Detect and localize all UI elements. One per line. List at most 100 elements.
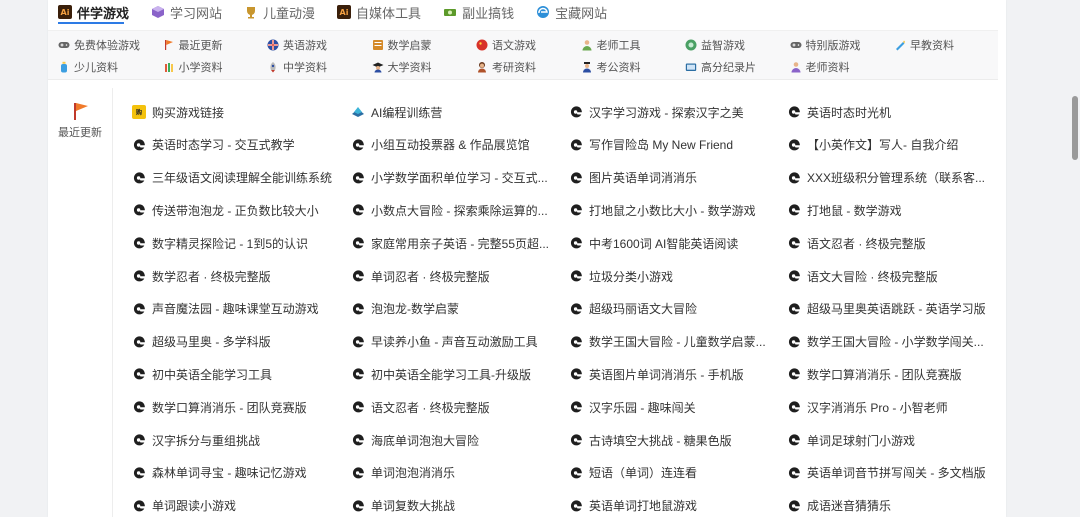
game-link[interactable]: 【小英作文】写人- 自我介绍 (787, 135, 987, 155)
game-link[interactable]: 购 购买游戏链接 (132, 102, 332, 122)
subcategory-label: 中学资料 (283, 62, 327, 74)
game-link-label: 英语图片单词消消乐 - 手机版 (589, 367, 744, 382)
game-link[interactable]: 数字精灵探险记 - 1到5的认识 (132, 233, 332, 253)
game-link[interactable]: 语文忍者 · 终极完整版 (351, 397, 551, 417)
game-link[interactable]: 数学口算消消乐 - 团队竞赛版 (132, 397, 332, 417)
subcategory-link[interactable]: 老师资料 (790, 56, 895, 78)
game-link[interactable]: 三年级语文阅读理解全能训练系统 (132, 168, 332, 188)
tab-4[interactable]: Ai 自媒体工具 (337, 0, 421, 24)
game-link[interactable]: 打地鼠之小数比大小 - 数学游戏 (569, 200, 769, 220)
subcategory-label: 特别版游戏 (805, 40, 861, 52)
tab-5[interactable]: 副业搞钱 (443, 0, 514, 24)
game-link[interactable]: 英语单词打地鼠游戏 (569, 496, 769, 516)
game-link[interactable]: 短语（单词）连连看 (569, 463, 769, 483)
game-link[interactable]: 写作冒险岛 My New Friend (569, 135, 769, 155)
subcategory-link[interactable]: 特别版游戏 (790, 34, 895, 56)
game-link[interactable]: 小组互动投票器 & 作品展览馆 (351, 135, 551, 155)
game-link-label: 古诗填空大挑战 - 糖果色版 (589, 433, 732, 448)
game-link[interactable]: 声音魔法园 - 趣味课堂互动游戏 (132, 299, 332, 319)
game-link-label: 【小英作文】写人- 自我介绍 (807, 138, 959, 153)
game-link[interactable]: 超级玛丽语文大冒险 (569, 299, 769, 319)
subcategory-link[interactable]: 少儿资料 (58, 56, 163, 78)
shop-badge-icon: 购 (132, 105, 146, 119)
game-link[interactable]: 语文忍者 · 终极完整版 (787, 233, 987, 253)
game-link[interactable]: 成语迷音猜猜乐 (787, 496, 987, 516)
game-link[interactable]: 古诗填空大挑战 - 糖果色版 (569, 430, 769, 450)
game-link[interactable]: 汉字消消乐 Pro - 小智老师 (787, 397, 987, 417)
subcategory-label: 高分纪录片 (701, 62, 756, 74)
game-link[interactable]: 传送带泡泡龙 - 正负数比较大小 (132, 200, 332, 220)
subcategory-link[interactable]: 中学资料 (267, 56, 372, 78)
game-link-label: 汉字学习游戏 - 探索汉字之美 (589, 105, 744, 120)
game-link[interactable]: 单词泡泡消消乐 (351, 463, 551, 483)
game-link[interactable]: 单词足球射门小游戏 (787, 430, 987, 450)
game-link-label: 汉字拆分与重组挑战 (152, 433, 261, 448)
subcategory-link[interactable]: 大学资料 (372, 56, 477, 78)
game-link[interactable]: 超级马里奥 - 多学科版 (132, 332, 332, 352)
scrollbar-thumb[interactable] (1072, 96, 1078, 160)
subcategory-link[interactable]: 考研资料 (476, 56, 581, 78)
game-logo-icon (351, 302, 365, 316)
game-link[interactable]: 中考1600词 AI智能英语阅读 (569, 233, 769, 253)
subcategory-link[interactable]: 语文游戏 (476, 34, 581, 56)
subcategory-link[interactable]: 早教资料 (894, 34, 999, 56)
subcategory-link[interactable]: 考公资料 (581, 56, 686, 78)
game-link[interactable]: 汉字拆分与重组挑战 (132, 430, 332, 450)
game-link[interactable]: 汉字学习游戏 - 探索汉字之美 (569, 102, 769, 122)
game-link[interactable]: 数学王国大冒险 - 儿童数学启蒙... (569, 332, 769, 352)
game-link[interactable]: 家庭常用亲子英语 - 完整55页超... (351, 233, 551, 253)
subcategory-link[interactable]: 益智游戏 (685, 34, 790, 56)
game-logo-icon (351, 335, 365, 349)
tab-3[interactable]: 儿童动漫 (244, 0, 315, 24)
game-link[interactable]: 语文大冒险 · 终极完整版 (787, 266, 987, 286)
tab-2[interactable]: 学习网站 (151, 0, 222, 24)
subcategory-link[interactable]: 数学启蒙 (372, 34, 477, 56)
game-logo-icon (569, 302, 583, 316)
game-link[interactable]: 单词复数大挑战 (351, 496, 551, 516)
game-link[interactable]: 英语图片单词消消乐 - 手机版 (569, 364, 769, 384)
game-logo-icon (351, 466, 365, 480)
game-logo-icon (351, 138, 365, 152)
game-link[interactable]: 早读养小鱼 - 声音互动激励工具 (351, 332, 551, 352)
ai-badge-icon: Ai (337, 5, 352, 19)
game-link[interactable]: 小数点大冒险 - 探索乘除运算的... (351, 200, 551, 220)
game-link[interactable]: 初中英语全能学习工具-升级版 (351, 364, 551, 384)
tab-1[interactable]: Ai 伴学游戏 (58, 0, 129, 24)
svg-text:购: 购 (136, 109, 142, 117)
game-link[interactable]: 数学忍者 · 终极完整版 (132, 266, 332, 286)
game-link-label: 声音魔法园 - 趣味课堂互动游戏 (152, 302, 319, 317)
game-link[interactable]: 初中英语全能学习工具 (132, 364, 332, 384)
subcategory-link[interactable]: 高分纪录片 (685, 56, 790, 78)
game-link[interactable]: XXX班级积分管理系统（联系客... (787, 168, 987, 188)
game-link[interactable]: 数学王国大冒险 - 小学数学闯关... (787, 332, 987, 352)
game-link-label: 购买游戏链接 (152, 105, 225, 120)
page-scrollbar[interactable] (1070, 0, 1080, 517)
game-link[interactable]: 超级马里奥英语跳跃 - 英语学习版 (787, 299, 987, 319)
section-sidebar[interactable]: 最近更新 (48, 88, 113, 517)
subcategory-link[interactable]: 小学资料 (163, 56, 268, 78)
tab-6[interactable]: 宝藏网站 (536, 0, 607, 24)
game-link[interactable]: 英语时态学习 - 交互式教学 (132, 135, 332, 155)
game-link[interactable]: 英语单词音节拼写闯关 - 多文档版 (787, 463, 987, 483)
game-link[interactable]: AI编程训练营 (351, 102, 551, 122)
game-link-label: 成语迷音猜猜乐 (807, 499, 892, 514)
game-link[interactable]: 单词忍者 · 终极完整版 (351, 266, 551, 286)
game-link[interactable]: 汉字乐园 - 趣味闯关 (569, 397, 769, 417)
game-link[interactable]: 海底单词泡泡大冒险 (351, 430, 551, 450)
game-link[interactable]: 图片英语单词消消乐 (569, 168, 769, 188)
game-link-label: 数学王国大冒险 - 小学数学闯关... (807, 335, 984, 350)
subcategory-link[interactable]: 最近更新 (163, 34, 268, 56)
game-link[interactable]: 单词跟读小游戏 (132, 496, 332, 516)
game-link[interactable]: 泡泡龙-数学启蒙 (351, 299, 551, 319)
game-link[interactable]: 打地鼠 - 数学游戏 (787, 200, 987, 220)
game-link[interactable]: 小学数学面积单位学习 - 交互式... (351, 168, 551, 188)
subcategory-link[interactable]: 免费体验游戏 (58, 34, 163, 56)
game-link[interactable]: 森林单词寻宝 - 趣味记忆游戏 (132, 463, 332, 483)
subcategory-link[interactable]: 老师工具 (581, 34, 686, 56)
game-link[interactable]: 英语时态时光机 (787, 102, 987, 122)
game-link[interactable]: 数学口算消消乐 - 团队竞赛版 (787, 364, 987, 384)
game-logo-icon (787, 105, 801, 119)
game-link[interactable]: 垃圾分类小游戏 (569, 266, 769, 286)
subcategory-label: 早教资料 (910, 40, 954, 52)
subcategory-link[interactable]: 英语游戏 (267, 34, 372, 56)
